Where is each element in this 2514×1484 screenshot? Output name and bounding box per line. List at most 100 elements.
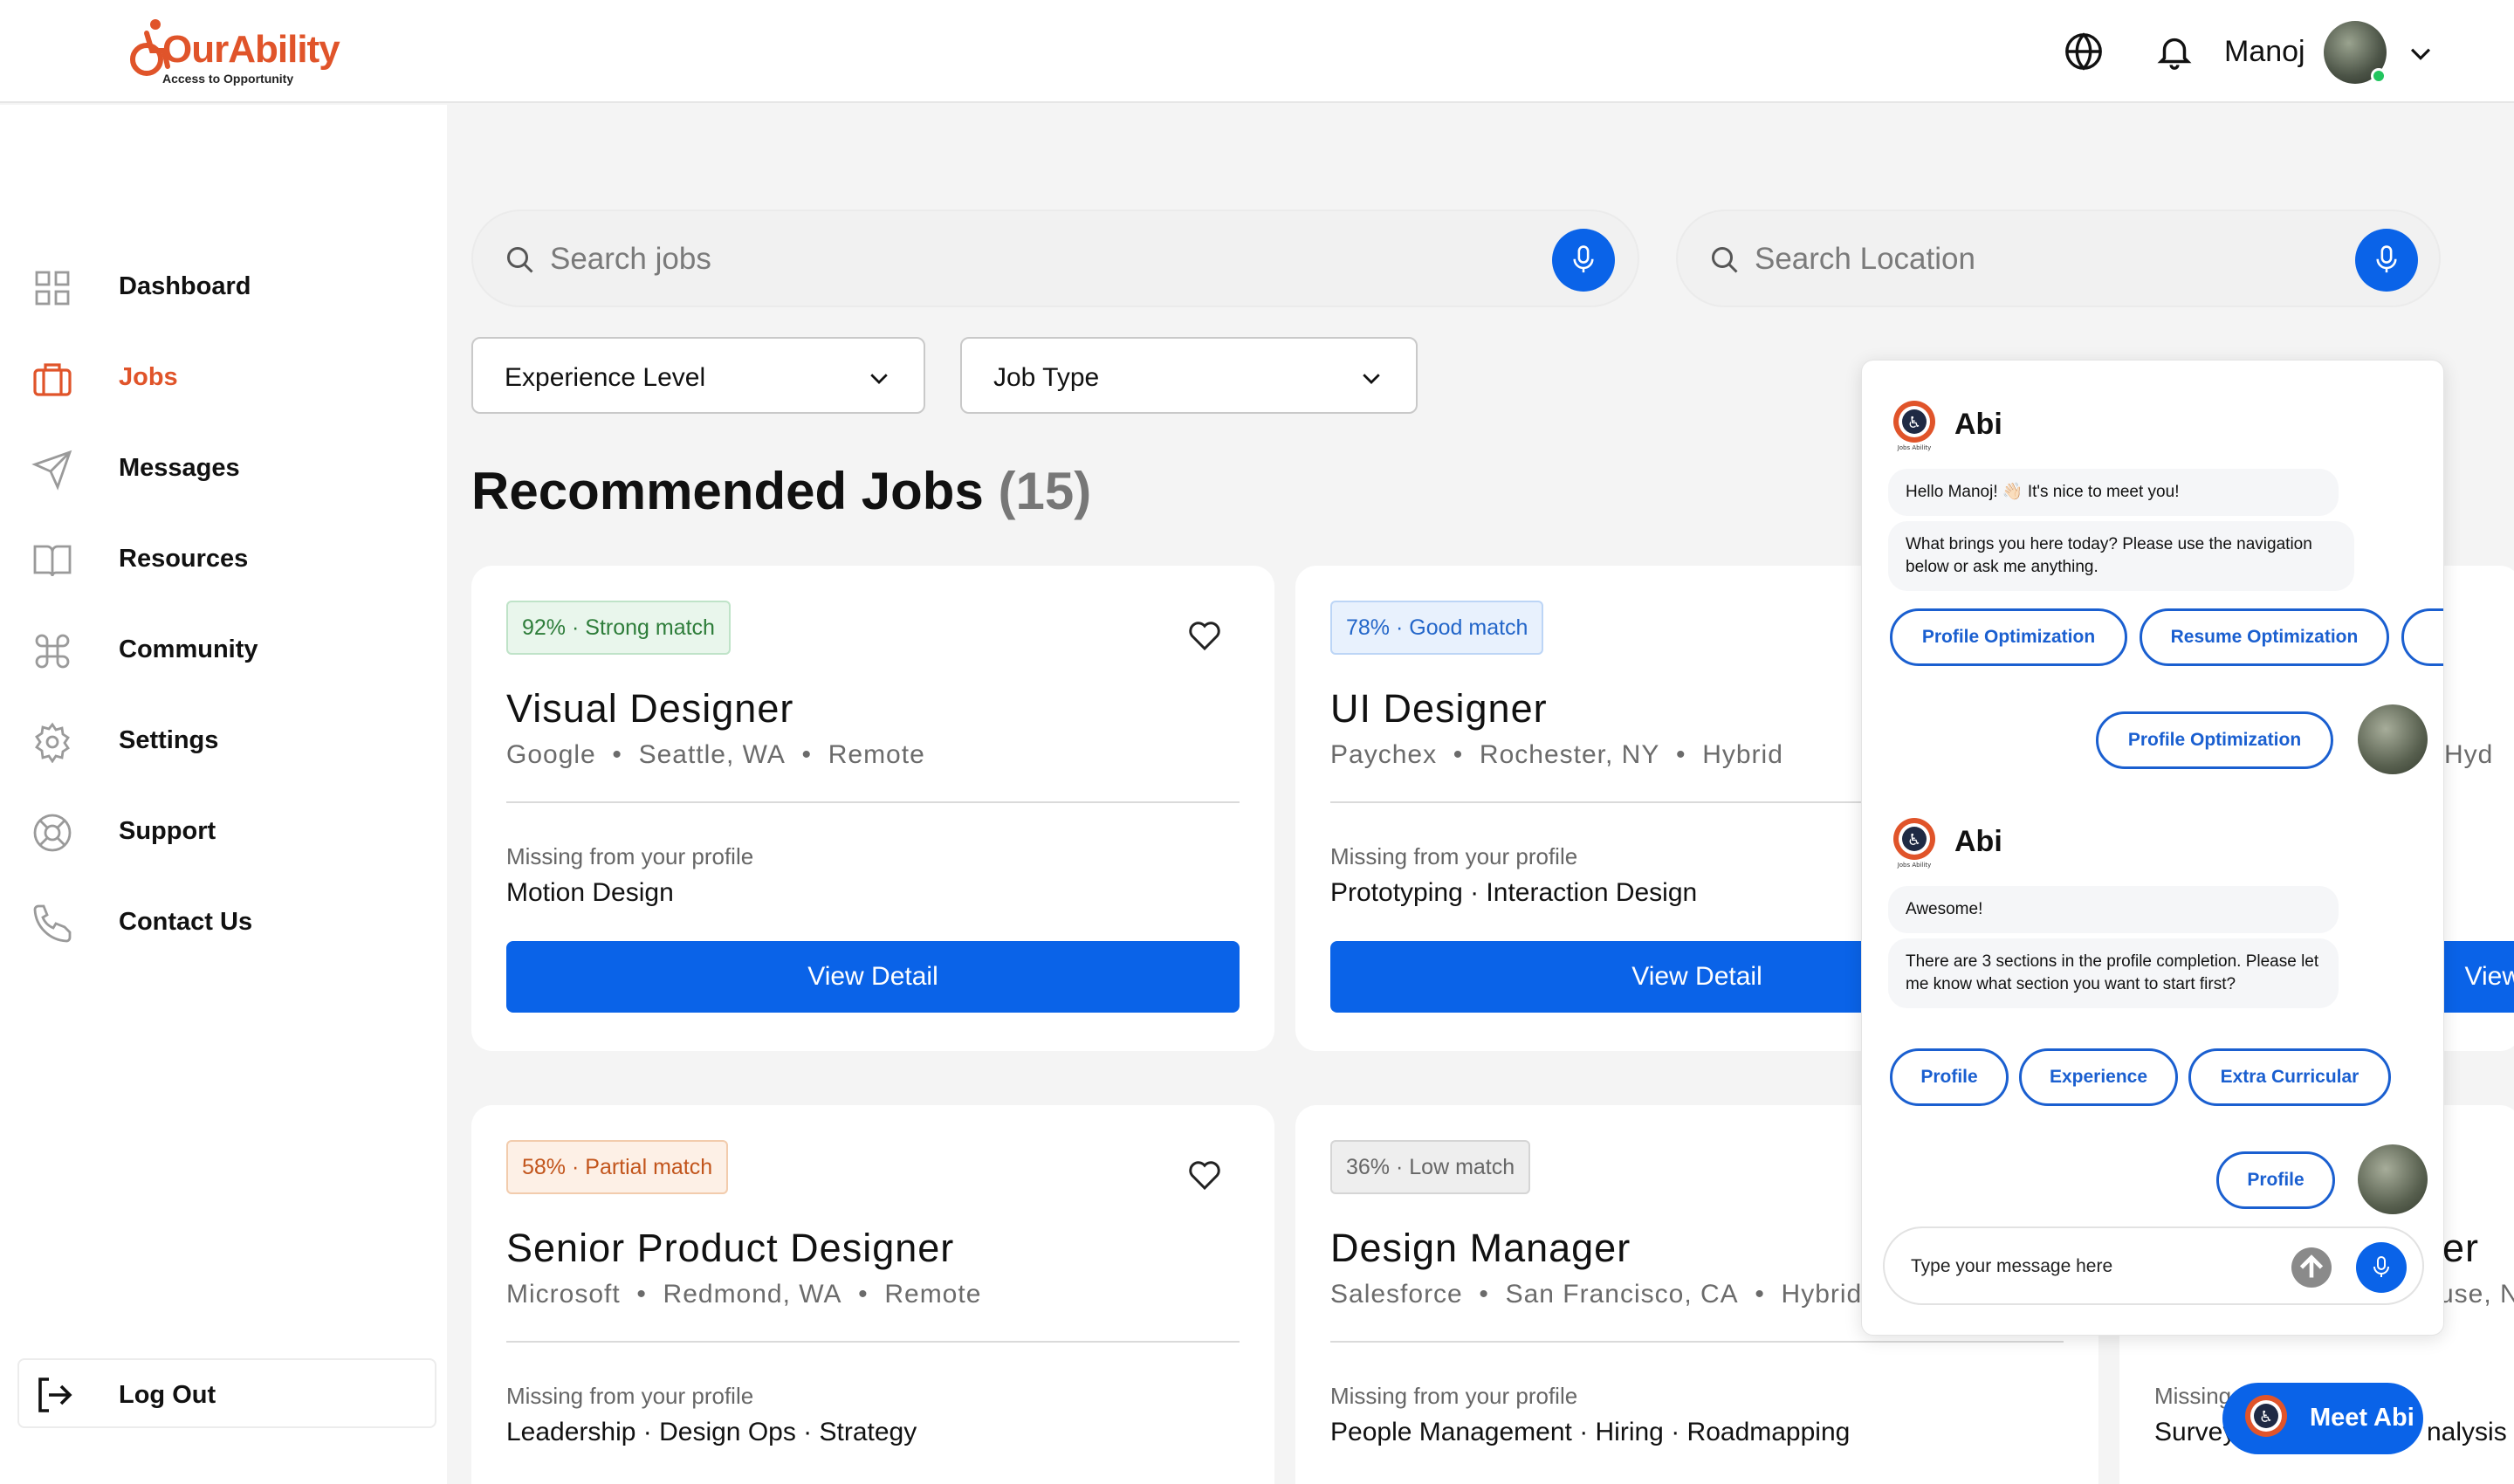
company-name: Google — [506, 740, 596, 769]
job-title[interactable]: Visual Designer — [506, 686, 793, 732]
brand-tagline: Access to Opportunity — [162, 72, 294, 86]
missing-label: Missing from your profile — [1330, 1383, 1578, 1409]
microphone-icon — [2373, 1256, 2389, 1277]
missing-skills: Prototyping · Interaction Design — [1330, 878, 1698, 907]
missing-skills: Motion Design — [506, 878, 674, 907]
bot-header: ♿ Jobs Ability Abi — [1888, 399, 2150, 451]
missing-label: Missing from your profile — [1330, 843, 1578, 869]
job-title[interactable]: Senior Product Designer — [506, 1226, 954, 1271]
briefcase-icon — [33, 363, 72, 396]
quick-reply-chip[interactable]: Profile — [1890, 1048, 2009, 1106]
quick-reply-chip[interactable]: Extra Curricular — [2188, 1048, 2391, 1106]
missing-label-fragment: Missing — [2154, 1383, 2232, 1409]
job-meta: Paychex • Rochester, NY • Hybrid — [1330, 740, 1783, 769]
chevron-down-icon — [870, 374, 888, 384]
heart-icon[interactable] — [1187, 618, 1222, 653]
abi-logo-icon: ♿ Jobs Ability — [1893, 818, 1935, 869]
bot-message: There are 3 sections in the profile comp… — [1888, 938, 2339, 1008]
view-detail-fragment: View — [2464, 962, 2514, 991]
job-meta: Salesforce • San Francisco, CA • Hybrid — [1330, 1280, 1863, 1309]
globe-icon[interactable] — [2064, 31, 2104, 72]
meet-abi-button[interactable]: ♿ Meet Abi — [2222, 1383, 2423, 1454]
sidebar-item-jobs[interactable]: Jobs — [0, 342, 447, 412]
send-button[interactable] — [2291, 1247, 2332, 1288]
heart-icon[interactable] — [1187, 1158, 1222, 1192]
match-badge: 92% · Strong match — [506, 601, 731, 655]
quick-reply-chip[interactable]: Profile Optimization — [1890, 608, 2127, 666]
match-label: Low match — [1409, 1155, 1515, 1179]
bot-message: Awesome! — [1888, 886, 2339, 933]
logout-icon — [38, 1378, 72, 1412]
send-icon — [31, 450, 72, 491]
quick-reply-chip-more[interactable] — [2401, 608, 2443, 666]
svg-text:♿: ♿ — [1907, 414, 1921, 432]
sidebar-item-label: Dashboard — [119, 272, 251, 300]
job-title[interactable]: UI Designer — [1330, 686, 1548, 732]
match-label: Partial match — [585, 1155, 713, 1179]
job-type-dropdown[interactable]: Job Type — [960, 337, 1418, 414]
job-card[interactable]: 92% · Strong match Visual Designer Googl… — [471, 566, 1274, 1051]
sidebar-item-label: Settings — [119, 726, 219, 754]
bot-message: Hello Manoj! 👋🏻 It's nice to meet you! — [1888, 469, 2339, 516]
work-mode: Hybrid — [1702, 740, 1783, 769]
bot-header: ♿ Jobs Ability Abi — [1888, 816, 2150, 869]
sidebar-item-settings[interactable]: Settings — [0, 705, 447, 775]
work-mode: Remote — [884, 1280, 982, 1309]
company-name: Salesforce — [1330, 1280, 1463, 1309]
search-icon — [1712, 247, 1738, 273]
divider — [1330, 1341, 2064, 1343]
sidebar-item-label: Community — [119, 636, 258, 663]
search-location-input[interactable] — [1755, 237, 2313, 281]
section-title: Recommended Jobs — [471, 462, 984, 520]
svg-text:♿: ♿ — [1907, 831, 1921, 849]
microphone-icon — [1573, 245, 1594, 273]
bot-message: What brings you here today? Please use t… — [1888, 521, 2354, 591]
chat-panel: ♿ Jobs Ability Abi Hello Manoj! 👋🏻 It's … — [1861, 360, 2444, 1336]
sidebar-item-contact-us[interactable]: Contact Us — [0, 887, 447, 957]
missing-skills: Leadership · Design Ops · Strategy — [506, 1418, 917, 1446]
job-title[interactable]: Design Manager — [1330, 1226, 1631, 1271]
sidebar-item-messages[interactable]: Messages — [0, 433, 447, 503]
chevron-down-icon[interactable] — [2406, 38, 2435, 68]
experience-level-dropdown[interactable]: Experience Level — [471, 337, 925, 414]
job-location: Redmond, WA — [663, 1280, 842, 1309]
voice-search-location-button[interactable] — [2355, 229, 2418, 292]
company-name: Microsoft — [506, 1280, 621, 1309]
microphone-icon — [2376, 245, 2397, 273]
view-detail-button[interactable]: View Detail — [506, 941, 1240, 1013]
chevron-down-icon — [1363, 374, 1380, 384]
page-title: Recommended Jobs (15) — [471, 461, 1091, 521]
meet-abi-label: Meet Abi — [2310, 1404, 2414, 1432]
missing-label: Missing from your profile — [506, 843, 754, 869]
missing-skills: People Management · Hiring · Roadmapping — [1330, 1418, 1851, 1446]
bell-icon[interactable] — [2154, 31, 2195, 72]
sidebar-item-community[interactable]: Community — [0, 615, 447, 684]
job-meta: Microsoft • Redmond, WA • Remote — [506, 1280, 982, 1309]
abi-logo-text: Jobs Ability — [1897, 862, 1932, 869]
sidebar-item-label: Messages — [119, 454, 240, 482]
sidebar-item-resources[interactable]: Resources — [0, 524, 447, 594]
voice-search-jobs-button[interactable] — [1552, 229, 1615, 292]
quick-reply-chip[interactable]: Resume Optimization — [2140, 608, 2389, 666]
chat-message-input[interactable] — [1911, 1249, 2295, 1284]
online-status-dot — [2371, 68, 2387, 84]
sidebar-item-label: Jobs — [119, 363, 178, 391]
match-percent: 78% — [1346, 615, 1391, 640]
match-badge: 78% · Good match — [1330, 601, 1544, 655]
logout-button[interactable]: Log Out — [17, 1358, 436, 1428]
location-search-bar — [1676, 210, 2441, 307]
user-message: Profile — [2216, 1151, 2335, 1209]
brand-logo[interactable]: OurAbility Access to Opportunity — [129, 16, 340, 89]
section-count: (15) — [998, 462, 1092, 520]
user-name[interactable]: Manoj — [2224, 35, 2305, 69]
sidebar-item-support[interactable]: Support — [0, 796, 447, 866]
voice-message-button[interactable] — [2356, 1242, 2407, 1293]
job-search-bar — [471, 210, 1639, 307]
job-location: San Francisco, CA — [1505, 1280, 1739, 1309]
job-card[interactable]: 58% · Partial match Senior Product Desig… — [471, 1105, 1274, 1484]
quick-reply-chip[interactable]: Experience — [2019, 1048, 2178, 1106]
svg-text:♿: ♿ — [2259, 1408, 2273, 1426]
search-jobs-input[interactable] — [550, 237, 1510, 281]
top-bar: OurAbility Access to Opportunity Manoj — [0, 0, 2514, 103]
sidebar-item-dashboard[interactable]: Dashboard — [0, 251, 447, 321]
